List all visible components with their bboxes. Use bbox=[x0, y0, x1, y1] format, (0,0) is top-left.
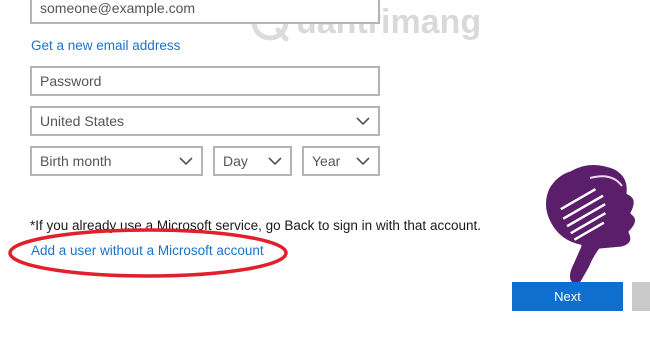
year-value: Year bbox=[312, 153, 341, 169]
country-value: United States bbox=[40, 113, 125, 129]
password-placeholder: Password bbox=[40, 73, 102, 89]
email-field[interactable]: someone@example.com bbox=[30, 0, 380, 24]
next-button[interactable]: Next bbox=[512, 282, 623, 311]
chevron-down-icon bbox=[268, 154, 282, 168]
chevron-down-icon bbox=[356, 154, 370, 168]
next-button-label: Next bbox=[554, 289, 581, 304]
day-select[interactable]: Day bbox=[213, 146, 292, 176]
chevron-down-icon bbox=[356, 114, 370, 128]
add-user-without-microsoft-account-link[interactable]: Add a user without a Microsoft account bbox=[31, 243, 264, 258]
chevron-down-icon bbox=[179, 154, 193, 168]
get-new-email-link[interactable]: Get a new email address bbox=[31, 38, 180, 53]
day-value: Day bbox=[223, 153, 248, 169]
back-button[interactable] bbox=[632, 282, 650, 311]
birth-month-select[interactable]: Birth month bbox=[30, 146, 203, 176]
year-select[interactable]: Year bbox=[302, 146, 380, 176]
birth-month-value: Birth month bbox=[40, 153, 112, 169]
country-select[interactable]: United States bbox=[30, 106, 380, 136]
password-field[interactable]: Password bbox=[30, 66, 380, 96]
email-value: someone@example.com bbox=[40, 0, 196, 16]
pointing-hand-icon bbox=[543, 162, 638, 287]
